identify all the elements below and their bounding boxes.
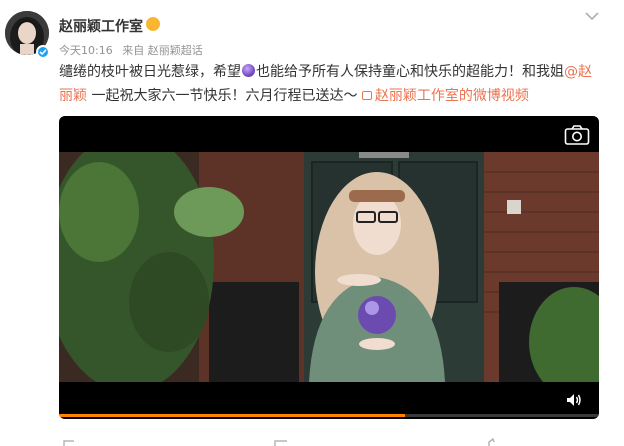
- video-frame: [59, 152, 599, 382]
- chevron-down-icon[interactable]: [583, 10, 601, 22]
- text-part-3: 一起祝大家六一节快乐！六月行程已送达～: [87, 88, 362, 104]
- post-meta: 今天10:16 来自 赵丽颖超话: [59, 42, 209, 58]
- text-part-1: 缱绻的枝叶被日光惹绿，希望: [59, 64, 241, 80]
- crystal-ball-emoji: [242, 64, 255, 77]
- post-time[interactable]: 今天10:16: [59, 44, 113, 57]
- post-text: 缱绻的枝叶被日光惹绿，希望 也能给予所有人保持童心和快乐的超能力！和我姐@赵丽颖 …: [59, 60, 599, 108]
- video-link-label: 赵丽颖工作室的微博视频: [374, 88, 529, 104]
- video-link[interactable]: 赵丽颖工作室的微博视频: [361, 88, 529, 104]
- post-source[interactable]: 来自 赵丽颖超话: [122, 44, 203, 57]
- verified-icon: [36, 45, 50, 59]
- volume-icon[interactable]: [565, 392, 583, 408]
- video-player[interactable]: [59, 116, 599, 419]
- progress-fill: [59, 414, 405, 417]
- video-link-icon: [361, 91, 372, 100]
- username[interactable]: 赵丽颖工作室: [59, 16, 143, 36]
- text-part-2: 也能给予所有人保持童心和快乐的超能力！和我姐: [256, 64, 564, 80]
- heart-eyes-emoji-icon: [146, 17, 160, 31]
- camera-icon[interactable]: [564, 124, 590, 146]
- progress-bar[interactable]: [59, 414, 599, 417]
